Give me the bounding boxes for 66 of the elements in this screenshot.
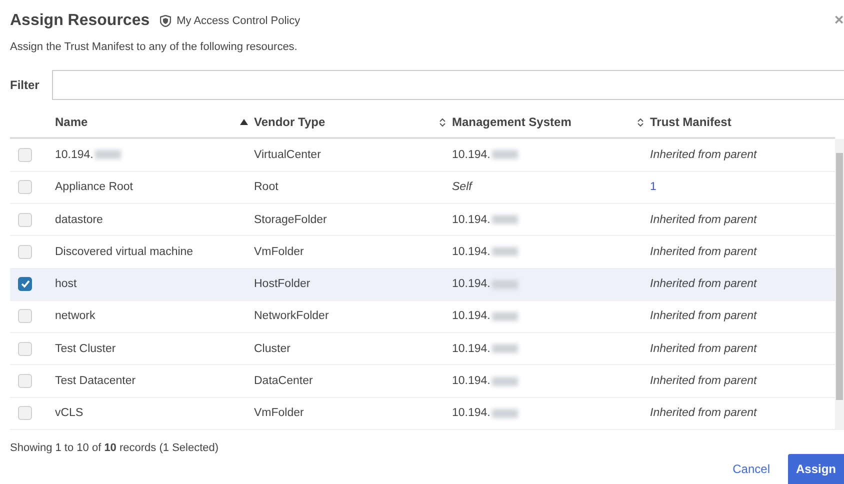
- management-system-cell: 10.194.: [452, 278, 650, 290]
- cancel-button[interactable]: Cancel: [732, 462, 770, 476]
- name-cell-text: network: [55, 310, 96, 322]
- management-system-cell: 10.194.: [452, 407, 650, 420]
- filter-label: Filter: [10, 78, 40, 92]
- vendor-type-cell-text: StorageFolder: [254, 214, 328, 226]
- management-system-cell: 10.194.: [452, 310, 650, 322]
- name-cell: 10.194.: [55, 148, 254, 161]
- redacted-mark: [492, 150, 518, 160]
- management-system-cell-text: Self: [452, 181, 474, 194]
- column-header[interactable]: Management System: [452, 115, 572, 130]
- trust-manifest-cell-text: Inherited from parent: [650, 148, 758, 161]
- trust-manifest-link[interactable]: 1: [650, 181, 835, 194]
- name-cell-text: Appliance Root: [55, 181, 134, 194]
- column-header[interactable]: Name: [55, 115, 88, 130]
- management-system-cell: 10.194.: [452, 148, 650, 161]
- vendor-type-cell-text: Cluster: [254, 342, 292, 355]
- vendor-type-cell-text: NetworkFolder: [254, 310, 330, 322]
- name-cell-text: host: [55, 278, 78, 290]
- policy-name: My Access Control Policy: [176, 14, 300, 27]
- name-cell-text: Test Cluster: [55, 342, 117, 355]
- records-summary: Showing 1 to 10 of 10 records (1 Selected): [10, 442, 220, 454]
- name-cell-text: Test Datacenter: [55, 375, 137, 388]
- shield-icon: [160, 14, 171, 27]
- name-cell-text: vCLS: [55, 407, 84, 420]
- name-cell-text: Discovered virtual machine: [55, 246, 194, 258]
- row-checkbox[interactable]: [18, 277, 32, 292]
- management-system-cell: 10.194.: [452, 375, 650, 388]
- trust-manifest-cell-text: Inherited from parent: [650, 246, 758, 258]
- column-header[interactable]: Vendor Type: [254, 115, 326, 130]
- management-system-cell: 10.194.: [452, 214, 650, 226]
- trust-manifest-cell-text: Inherited from parent: [650, 375, 758, 388]
- redacted-mark: [492, 280, 518, 289]
- redacted-mark: [95, 150, 122, 160]
- dialog-description: Assign the Trust Manifest to any of the following resources.: [10, 41, 298, 56]
- vendor-type-cell-text: VmFolder: [254, 246, 305, 258]
- redacted-mark: [492, 312, 518, 321]
- vendor-type-cell-text: Root: [254, 181, 280, 194]
- trust-manifest-cell-text: Inherited from parent: [650, 214, 758, 226]
- vendor-type-cell-text: DataCenter: [254, 375, 314, 388]
- scrollbar[interactable]: [835, 139, 844, 430]
- vendor-type-cell-text: VirtualCenter: [254, 148, 322, 161]
- name-cell-text: datastore: [55, 214, 104, 226]
- vendor-type-cell-text: VmFolder: [254, 407, 305, 420]
- sort-icon[interactable]: [439, 118, 446, 127]
- management-system-cell: 10.194.: [452, 342, 650, 355]
- column-header[interactable]: Trust Manifest: [650, 115, 732, 130]
- redacted-mark: [492, 344, 518, 354]
- redacted-mark: [492, 376, 518, 386]
- redacted-mark: [492, 215, 518, 224]
- assign-button[interactable]: Assign: [788, 454, 844, 484]
- table-row[interactable]: host HostFolder 10.194. Inherited from parent: [10, 268, 835, 301]
- redacted-mark: [492, 408, 518, 418]
- sort-ascending-icon[interactable]: [240, 119, 248, 126]
- dialog-title: Assign Resources: [10, 12, 150, 30]
- table-row[interactable]: vCLS VmFolder 10.194. Inherited from parent: [10, 398, 835, 430]
- trust-manifest-cell-text: Inherited from parent: [650, 342, 758, 355]
- trust-manifest-cell-text: Inherited from parent: [650, 310, 758, 322]
- table-row[interactable]: Appliance Root Root Self 1: [10, 172, 835, 204]
- trust-manifest-cell-text: Inherited from parent: [650, 278, 758, 290]
- sort-icon[interactable]: [637, 118, 644, 127]
- vendor-type-cell-text: HostFolder: [254, 278, 312, 290]
- trust-manifest-cell-text: Inherited from parent: [650, 407, 758, 420]
- redacted-mark: [492, 247, 518, 256]
- management-system-cell: 10.194.: [452, 246, 650, 258]
- filter-field[interactable]: [52, 70, 844, 100]
